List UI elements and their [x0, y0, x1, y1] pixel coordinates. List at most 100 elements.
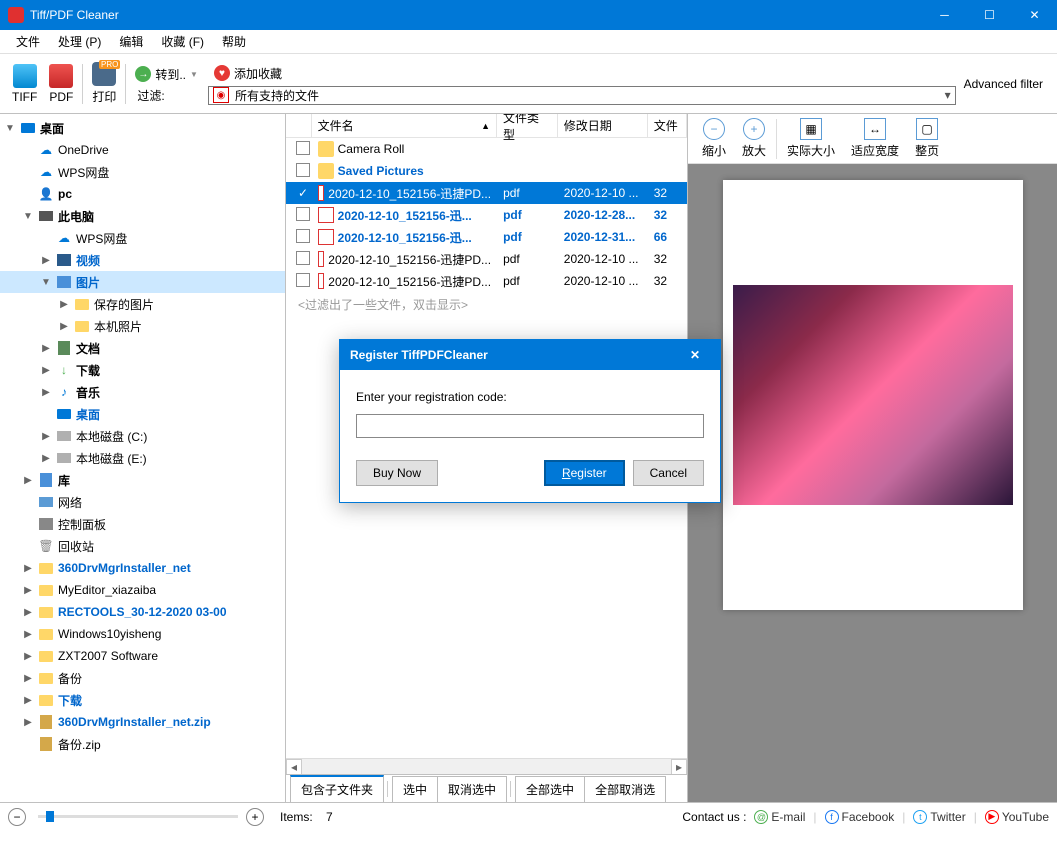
expander-icon[interactable]: ▶ — [22, 717, 34, 728]
expander-icon[interactable]: ▶ — [40, 365, 52, 376]
maximize-button[interactable]: ☐ — [967, 0, 1012, 30]
tree-item[interactable]: 桌面 — [0, 403, 285, 425]
filter-note[interactable]: <过滤出了一些文件，双击显示> — [286, 292, 687, 317]
expander-icon[interactable]: ▶ — [22, 475, 34, 486]
menu-help[interactable]: 帮助 — [214, 30, 254, 53]
expander-icon[interactable]: ▶ — [40, 255, 52, 266]
fit-width-button[interactable]: ↔适应宽度 — [845, 116, 905, 161]
tree-item[interactable]: ▶♪音乐 — [0, 381, 285, 403]
menu-edit[interactable]: 编辑 — [111, 30, 151, 53]
pdf-button[interactable]: PDF — [43, 60, 79, 108]
email-link[interactable]: @E-mail — [754, 810, 805, 824]
tree-item[interactable]: ▶RECTOOLS_30-12-2020 03-00 — [0, 601, 285, 623]
buy-now-button[interactable]: Buy Now — [356, 460, 438, 486]
tree-item[interactable]: 网络 — [0, 491, 285, 513]
expander-icon[interactable]: ▶ — [58, 299, 70, 310]
tree-item[interactable]: ☁OneDrive — [0, 139, 285, 161]
tree-item[interactable]: 备份.zip — [0, 733, 285, 755]
col-name[interactable]: 文件名▲ — [312, 114, 497, 137]
file-checkbox[interactable] — [296, 207, 310, 221]
scroll-right-icon[interactable]: ▸ — [671, 759, 687, 775]
tiff-button[interactable]: TIFF — [6, 60, 43, 108]
actual-size-button[interactable]: ▦实际大小 — [781, 116, 841, 161]
file-checkbox[interactable] — [296, 229, 310, 243]
tree-item[interactable]: ▶本机照片 — [0, 315, 285, 337]
col-date[interactable]: 修改日期 — [558, 114, 648, 137]
tree-item[interactable]: ▶360DrvMgrInstaller_net — [0, 557, 285, 579]
tree-item[interactable]: ☁WPS网盘 — [0, 227, 285, 249]
dialog-close-button[interactable]: ✕ — [680, 348, 710, 362]
expander-icon[interactable]: ▼ — [22, 211, 34, 222]
minimize-button[interactable]: ─ — [922, 0, 967, 30]
expander-icon[interactable]: ▶ — [22, 585, 34, 596]
menu-process[interactable]: 处理 (P) — [50, 30, 109, 53]
advanced-filter-link[interactable]: Advanced filter — [956, 77, 1051, 91]
deselect-all-button[interactable]: 全部取消选 — [584, 776, 666, 802]
deselect-button[interactable]: 取消选中 — [437, 776, 507, 802]
expander-icon[interactable]: ▶ — [22, 563, 34, 574]
expander-icon[interactable]: ▶ — [22, 629, 34, 640]
menu-file[interactable]: 文件 — [8, 30, 48, 53]
filter-dropdown[interactable]: ◉ 所有支持的文件 ▾ — [208, 86, 956, 105]
tree-item[interactable]: 控制面板 — [0, 513, 285, 535]
tree-item[interactable]: ▶下载 — [0, 689, 285, 711]
file-checkbox[interactable] — [296, 251, 310, 265]
scroll-left-icon[interactable]: ◂ — [286, 759, 302, 775]
zoom-slider[interactable] — [38, 815, 238, 818]
file-checkbox[interactable] — [296, 141, 310, 155]
folder-tree[interactable]: ▼桌面☁OneDrive☁WPS网盘👤pc▼此电脑☁WPS网盘▶视频▼图片▶保存… — [0, 114, 286, 802]
file-row[interactable]: 2020-12-10_152156-迅... pdf 2020-12-28...… — [286, 204, 687, 226]
expander-icon[interactable]: ▶ — [22, 651, 34, 662]
include-subfolders-button[interactable]: 包含子文件夹 — [290, 775, 384, 802]
file-row[interactable]: 2020-12-10_152156-迅捷PD... pdf 2020-12-10… — [286, 248, 687, 270]
file-row[interactable]: Saved Pictures — [286, 160, 687, 182]
tree-item[interactable]: ▶ZXT2007 Software — [0, 645, 285, 667]
twitter-link[interactable]: tTwitter — [913, 810, 965, 824]
tree-item[interactable]: ▶↓下载 — [0, 359, 285, 381]
tree-item[interactable]: ▶本地磁盘 (C:) — [0, 425, 285, 447]
zoom-in-button[interactable]: +放大 — [736, 116, 772, 161]
facebook-link[interactable]: fFacebook — [825, 810, 895, 824]
file-checkbox[interactable] — [296, 273, 310, 287]
expander-icon[interactable]: ▶ — [22, 607, 34, 618]
tree-item[interactable]: 👤pc — [0, 183, 285, 205]
add-favorite-button[interactable]: ♥ 添加收藏 — [208, 63, 952, 84]
zoom-in-status-button[interactable]: + — [246, 808, 264, 826]
col-type[interactable]: 文件类型 — [497, 114, 558, 137]
tree-item[interactable]: ▶MyEditor_xiazaiba — [0, 579, 285, 601]
tree-item[interactable]: ▶本地磁盘 (E:) — [0, 447, 285, 469]
file-row[interactable]: 2020-12-10_152156-迅... pdf 2020-12-31...… — [286, 226, 687, 248]
tree-item[interactable]: ▶保存的图片 — [0, 293, 285, 315]
tree-item[interactable]: 🗑回收站 — [0, 535, 285, 557]
youtube-link[interactable]: ▶YouTube — [985, 810, 1049, 824]
file-row[interactable]: 2020-12-10_152156-迅捷PD... pdf 2020-12-10… — [286, 270, 687, 292]
print-button[interactable]: PRO 打印 — [86, 58, 122, 109]
expander-icon[interactable]: ▶ — [22, 673, 34, 684]
goto-button[interactable]: → 转到.. ▼ — [129, 64, 204, 85]
file-checkbox[interactable] — [296, 163, 310, 177]
select-all-button[interactable]: 全部选中 — [515, 776, 585, 802]
preview-area[interactable] — [688, 164, 1057, 802]
tree-item[interactable]: ▶文档 — [0, 337, 285, 359]
fit-page-button[interactable]: ▢整页 — [909, 116, 945, 161]
tree-item[interactable]: ▼此电脑 — [0, 205, 285, 227]
tree-item[interactable]: ☁WPS网盘 — [0, 161, 285, 183]
expander-icon[interactable]: ▼ — [4, 123, 16, 134]
close-button[interactable]: ✕ — [1012, 0, 1057, 30]
tree-item[interactable]: ▶视频 — [0, 249, 285, 271]
expander-icon[interactable]: ▶ — [40, 431, 52, 442]
tree-item[interactable]: ▼图片 — [0, 271, 285, 293]
tree-item[interactable]: ▶备份 — [0, 667, 285, 689]
expander-icon[interactable]: ▶ — [40, 343, 52, 354]
registration-code-input[interactable] — [356, 414, 704, 438]
tree-item[interactable]: ▼桌面 — [0, 117, 285, 139]
file-row[interactable]: Camera Roll — [286, 138, 687, 160]
expander-icon[interactable]: ▶ — [40, 387, 52, 398]
file-row[interactable]: ✓ 2020-12-10_152156-迅捷PD... pdf 2020-12-… — [286, 182, 687, 204]
zoom-out-status-button[interactable]: − — [8, 808, 26, 826]
file-checkbox[interactable]: ✓ — [296, 186, 310, 200]
zoom-out-button[interactable]: −缩小 — [696, 116, 732, 161]
zoom-thumb[interactable] — [46, 811, 54, 822]
tree-item[interactable]: ▶Windows10yisheng — [0, 623, 285, 645]
cancel-button[interactable]: Cancel — [633, 460, 704, 486]
